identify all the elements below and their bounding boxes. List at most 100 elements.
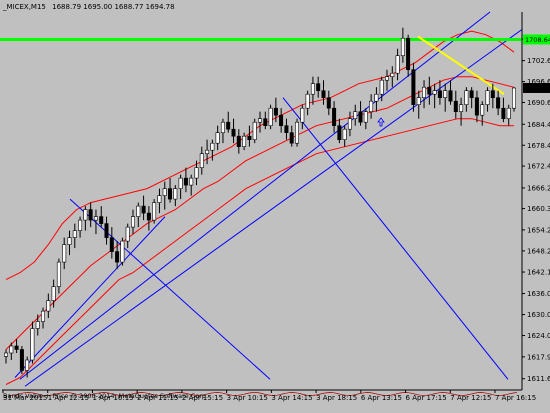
candle-body	[99, 216, 104, 224]
candle-body	[252, 121, 257, 140]
y-tick-label: 1654.20	[527, 226, 550, 234]
candle-body	[316, 83, 321, 91]
candle-body	[257, 118, 262, 123]
y-tick-label: 1648.20	[527, 247, 550, 255]
x-tick-label: 7 Apr 12:15	[450, 394, 491, 402]
candle-body	[469, 90, 474, 98]
x-tick-label: 3 Apr 18:15	[316, 394, 357, 402]
candle-body	[25, 359, 30, 371]
candle-body	[490, 90, 495, 98]
candle-body	[342, 128, 347, 140]
candle-body	[115, 251, 120, 263]
y-tick-label: 1666.20	[527, 184, 550, 192]
candle-body	[379, 79, 384, 95]
candle-body	[305, 93, 310, 109]
candle-body	[231, 128, 236, 137]
chart-header: _MICEX,M15 1688.79 1695.00 1688.77 1694.…	[2, 3, 175, 11]
candle-body	[88, 209, 93, 221]
candle-body	[273, 107, 278, 116]
candle-body	[406, 37, 411, 71]
candle-body	[131, 216, 136, 228]
y-tick-label: 1678.40	[527, 142, 550, 150]
candle-body	[67, 237, 72, 245]
current-price-label: 1694.78	[525, 84, 550, 92]
candle-body	[353, 111, 358, 119]
candle-body	[183, 177, 188, 186]
candle-body	[263, 118, 268, 126]
candle-body	[146, 212, 151, 221]
candle-body	[199, 153, 204, 168]
candle-body	[46, 300, 51, 312]
candle-body	[120, 240, 125, 263]
y-tick-label: 1642.15	[527, 269, 550, 277]
candle-body	[83, 209, 88, 221]
copyright-text: Bands Value + Price © 2000-2014, MetaQuo…	[3, 392, 208, 400]
candle-body	[40, 310, 45, 322]
candle-body	[448, 90, 453, 102]
candle-body	[78, 219, 83, 231]
candle-body	[374, 93, 379, 102]
candle-body	[215, 132, 220, 144]
candle-body	[453, 100, 458, 112]
candle-body	[62, 244, 67, 263]
candle-body	[506, 107, 511, 119]
resistance-price-label: 1708.64	[525, 36, 550, 44]
candle-body	[247, 135, 252, 140]
candle-body	[268, 107, 273, 126]
candle-body	[474, 97, 479, 116]
candle-body	[300, 107, 305, 123]
candle-body	[289, 132, 294, 144]
candle-body	[236, 135, 241, 147]
candle-body	[72, 230, 77, 238]
candle-body	[51, 286, 56, 301]
candle-body	[384, 76, 389, 81]
symbol-label: _MICEX,M15	[2, 3, 46, 11]
candle-body	[93, 216, 98, 221]
candle-body	[294, 121, 299, 144]
ohlc-label: 1688.79 1695.00 1688.77 1694.78	[52, 3, 174, 11]
x-tick-label: 7 Apr 16:15	[495, 394, 536, 402]
candle-body	[56, 261, 61, 287]
y-tick-label: 1690.64	[527, 99, 550, 107]
y-tick-label: 1684.40	[527, 121, 550, 129]
candle-body	[14, 345, 19, 350]
candle-body	[501, 107, 506, 119]
candle-body	[4, 352, 9, 357]
candle-body	[136, 205, 141, 217]
candle-body	[226, 121, 231, 130]
candle-body	[321, 90, 326, 98]
candle-body	[220, 121, 225, 133]
candle-body	[162, 188, 167, 196]
candle-body	[210, 142, 215, 151]
candle-body	[168, 188, 173, 200]
y-tick-label: 1702.60	[527, 57, 550, 65]
y-tick-label: 1672.45	[527, 163, 550, 171]
candle-body	[443, 90, 448, 98]
candle-body	[411, 69, 416, 105]
candle-body	[178, 177, 183, 189]
candle-body	[326, 97, 331, 109]
candle-body	[390, 72, 395, 77]
candle-body	[19, 349, 24, 371]
chart: 1611.65 1617.90 1624.00 1630.00 1636.00 1642.…	[0, 0, 550, 413]
y-tick-label: 1630.00	[527, 311, 550, 319]
candle-body	[347, 118, 352, 130]
candle-body	[485, 90, 490, 105]
candle-body	[511, 87, 516, 109]
x-tick-label: 3 Apr 14:15	[271, 394, 312, 402]
candle-body	[30, 328, 35, 361]
candle-body	[369, 100, 374, 112]
x-tick-label: 6 Apr 17:15	[406, 394, 447, 402]
candle-body	[496, 97, 501, 109]
candle-body	[242, 135, 247, 147]
candle-body	[363, 111, 368, 123]
candle-body	[459, 104, 464, 112]
y-tick-label: 1636.00	[527, 290, 550, 298]
candle-body	[125, 226, 130, 242]
candle-body	[173, 188, 178, 200]
candle-body	[189, 177, 194, 186]
candle-body	[421, 86, 426, 98]
candle-body	[310, 83, 315, 95]
candle-body	[35, 321, 40, 329]
candle-body	[157, 195, 162, 203]
